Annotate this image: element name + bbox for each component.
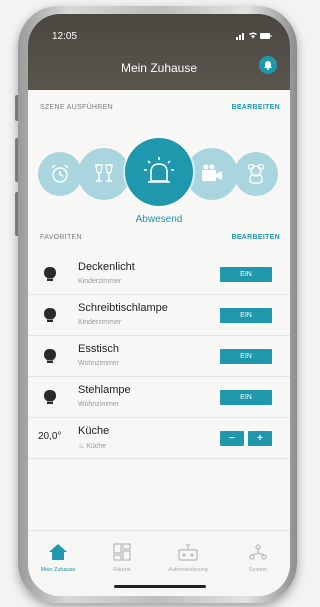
scene-camera[interactable] bbox=[186, 148, 238, 200]
scenes-section-header: SZENE AUSFÜHREN BEARBEITEN bbox=[28, 104, 290, 116]
device-room: ♨ Küche bbox=[78, 442, 106, 450]
scenes-section-label: SZENE AUSFÜHREN bbox=[40, 104, 113, 111]
scene-party[interactable] bbox=[78, 148, 130, 200]
home-indicator[interactable] bbox=[114, 585, 206, 588]
temperature-value: 20,0° bbox=[38, 431, 62, 442]
camera-icon bbox=[202, 164, 222, 181]
device-name: Küche bbox=[78, 425, 110, 437]
system-icon bbox=[249, 544, 267, 560]
bulb-icon bbox=[44, 390, 56, 404]
list-item[interactable]: Stehlampe Wohnzimmer EIN bbox=[28, 377, 290, 418]
device-room-text: Küche bbox=[86, 443, 107, 450]
notifications-button[interactable] bbox=[259, 56, 277, 74]
device-name: Stehlampe bbox=[78, 384, 131, 396]
bulb-icon bbox=[44, 308, 56, 322]
page-title: Mein Zuhause bbox=[120, 61, 198, 75]
on-button[interactable]: EIN bbox=[220, 308, 272, 323]
tab-label: Automatisierung bbox=[168, 567, 208, 573]
tab-label: Mein Zuhause bbox=[40, 567, 76, 573]
main-content: SZENE AUSFÜHREN BEARBEITEN Abwesend FAVO… bbox=[28, 90, 290, 530]
favorites-list: Deckenlicht Kinderzimmer EIN Schreibtisc… bbox=[28, 254, 290, 459]
active-scene-label: Abwesend bbox=[135, 214, 183, 225]
favorites-section-label: FAVORITEN bbox=[40, 234, 82, 241]
scenes-edit-link[interactable]: BEARBEITEN bbox=[231, 104, 280, 111]
favorites-edit-link[interactable]: BEARBEITEN bbox=[231, 234, 280, 241]
glasses-icon bbox=[95, 164, 113, 182]
device-room: Wohnzimmer bbox=[78, 401, 120, 408]
favorites-section-header: FAVORITEN BEARBEITEN bbox=[28, 234, 290, 246]
device-room: Kinderzimmer bbox=[78, 278, 122, 285]
on-button[interactable]: EIN bbox=[220, 390, 272, 405]
list-item[interactable]: Esstisch Wohnzimmer EIN bbox=[28, 336, 290, 377]
teddy-bear-icon bbox=[247, 163, 265, 184]
list-item[interactable]: Deckenlicht Kinderzimmer EIN bbox=[28, 254, 290, 295]
device-room: Kinderzimmer bbox=[78, 319, 122, 326]
alarm-clock-icon bbox=[51, 164, 69, 183]
rooms-icon bbox=[113, 543, 131, 561]
device-name: Deckenlicht bbox=[78, 261, 135, 273]
tab-system[interactable]: System bbox=[228, 537, 288, 573]
scene-carousel[interactable]: Abwesend bbox=[28, 130, 290, 230]
bulb-icon bbox=[44, 267, 56, 281]
thermostat-item[interactable]: 20,0° Küche ♨ Küche − + bbox=[28, 418, 290, 459]
tab-home[interactable]: Mein Zuhause bbox=[28, 537, 88, 573]
scene-child[interactable] bbox=[234, 152, 278, 196]
app-header: 12:05 Mein Zuhause bbox=[28, 14, 290, 90]
bell-icon bbox=[264, 61, 272, 70]
phone-screen: 12:05 Mein Zuhause SZENE AUSFÜHREN BEARB… bbox=[28, 14, 290, 596]
device-name: Schreibtischlampe bbox=[78, 302, 168, 314]
status-time: 12:05 bbox=[52, 31, 78, 42]
siren-icon bbox=[144, 157, 174, 183]
tab-label: Räume bbox=[113, 567, 131, 573]
scene-alarm[interactable] bbox=[38, 152, 82, 196]
on-button[interactable]: EIN bbox=[220, 349, 272, 364]
thermometer-icon: ♨ bbox=[78, 443, 87, 450]
device-room: Wohnzimmer bbox=[78, 360, 120, 367]
decrease-temperature-button[interactable]: − bbox=[220, 431, 244, 446]
device-name: Esstisch bbox=[78, 343, 119, 355]
scene-away[interactable] bbox=[125, 138, 193, 206]
increase-temperature-button[interactable]: + bbox=[248, 431, 272, 446]
bulb-icon bbox=[44, 349, 56, 363]
on-button[interactable]: EIN bbox=[220, 267, 272, 282]
tab-label: System bbox=[248, 567, 268, 573]
list-item[interactable]: Schreibtischlampe Kinderzimmer EIN bbox=[28, 295, 290, 336]
status-icons bbox=[236, 31, 272, 42]
automation-icon bbox=[178, 544, 198, 561]
signal-wifi-battery-icon bbox=[236, 32, 272, 40]
home-icon bbox=[49, 544, 67, 560]
tab-automation[interactable]: Automatisierung bbox=[158, 537, 218, 573]
tab-rooms[interactable]: Räume bbox=[92, 537, 152, 573]
